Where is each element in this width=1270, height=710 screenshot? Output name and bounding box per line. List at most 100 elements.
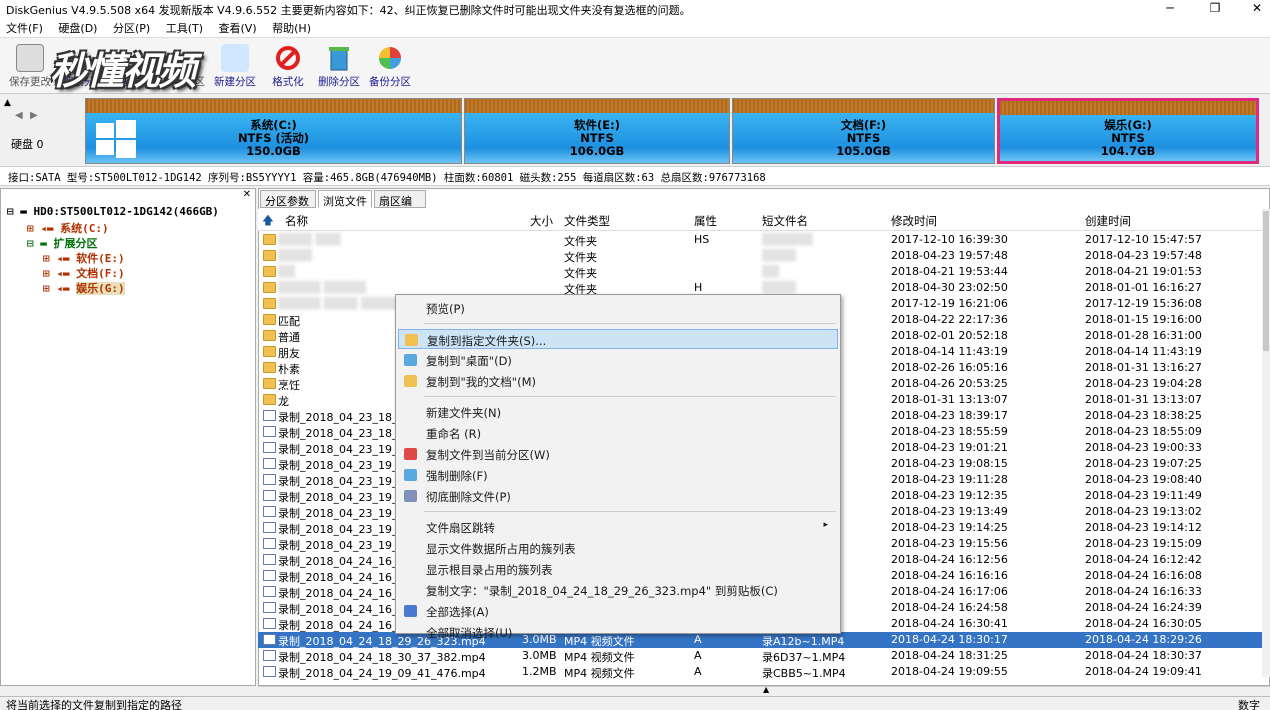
nav-left-icon[interactable]: ◀ bbox=[15, 110, 23, 121]
tree-extended[interactable]: ⊟ ▬ 扩展分区 bbox=[27, 235, 98, 251]
cell-mtime: 2018-04-24 16:30:41 bbox=[891, 617, 1008, 630]
partition-e[interactable]: 软件(E:) NTFS 106.0GB bbox=[464, 98, 730, 164]
cell-ctime: 2018-01-15 19:16:00 bbox=[1085, 313, 1202, 326]
col-created[interactable]: 创建时间 bbox=[1085, 213, 1131, 229]
menu-disk[interactable]: 硬盘(D) bbox=[52, 18, 103, 38]
cell-attr: H bbox=[694, 281, 703, 294]
menu-help[interactable]: 帮助(H) bbox=[266, 18, 317, 38]
submenu-arrow-icon: ▸ bbox=[823, 520, 828, 530]
menu-partition[interactable]: 分区(P) bbox=[107, 18, 156, 38]
col-size[interactable]: 大小 bbox=[530, 213, 553, 229]
horizontal-scrollbar[interactable]: ▲ bbox=[258, 685, 1270, 696]
tab-sector-edit[interactable]: 扇区编辑 bbox=[374, 190, 426, 224]
context-menu-item[interactable]: 复制到"桌面"(D) bbox=[398, 350, 838, 370]
close-button[interactable]: ✕ bbox=[1237, 0, 1270, 18]
cell-ctime: 2018-04-24 18:30:37 bbox=[1085, 649, 1202, 662]
table-row[interactable]: ▒▒▒▒ 文件夹 ▒▒▒▒ 2018-04-23 19:57:48 2018-04-23… bbox=[258, 248, 1262, 264]
tree-panel: ✕ ⊟ ▬ HD0:ST500LT012-1DG142(466GB) ⊞ ◂▬ … bbox=[0, 188, 256, 686]
menu-view[interactable]: 查看(V) bbox=[213, 18, 263, 38]
partition-g[interactable]: 娱乐(G:) NTFS 104.7GB bbox=[997, 98, 1259, 164]
table-row[interactable]: ▒▒ 文件夹 ▒▒ 2018-04-21 19:53:44 2018-04-21 19:… bbox=[258, 264, 1262, 280]
scroll-up-arrow-icon[interactable]: ▲ bbox=[763, 685, 769, 694]
cell-ctime: 2017-12-10 15:47:57 bbox=[1085, 233, 1202, 246]
table-row[interactable]: ▒▒▒▒ ▒▒▒ 文件夹 HS ▒▒▒▒▒▒ 2017-12-10 16:39:30 20… bbox=[258, 232, 1262, 248]
cell-ctime: 2018-04-23 19:13:02 bbox=[1085, 505, 1202, 518]
context-menu-item[interactable]: 显示文件数据所占用的簇列表 bbox=[398, 538, 838, 558]
context-menu-item[interactable]: 强制删除(F) bbox=[398, 465, 838, 485]
context-menu-item[interactable]: 文件扇区跳转 ▸ bbox=[398, 517, 838, 537]
new-partition-button[interactable]: 新建分区 bbox=[207, 42, 263, 92]
menu-file[interactable]: 文件(F) bbox=[0, 18, 49, 38]
table-row[interactable]: 录制_2018_04_24_18_30_37_382.mp4 3.0MB MP4 视… bbox=[258, 648, 1262, 664]
scroll-up-icon[interactable]: ▲ bbox=[4, 98, 11, 108]
cell-attr: A bbox=[694, 665, 702, 678]
file-icon bbox=[263, 426, 276, 437]
cell-mtime: 2017-12-10 16:39:30 bbox=[891, 233, 1008, 246]
partition-f[interactable]: 文档(F:) NTFS 105.0GB bbox=[732, 98, 995, 164]
file-icon bbox=[263, 522, 276, 533]
cell-mtime: 2018-04-23 19:15:56 bbox=[891, 537, 1008, 550]
folder-icon bbox=[263, 330, 276, 341]
tree-partition-c[interactable]: ⊞ ◂▬ 系统(C:) bbox=[27, 220, 109, 236]
minimize-button[interactable]: ─ bbox=[1150, 0, 1190, 18]
cell-mtime: 2018-04-23 18:39:17 bbox=[891, 409, 1008, 422]
file-icon bbox=[263, 618, 276, 629]
close-panel-icon[interactable]: ✕ bbox=[243, 189, 251, 200]
cell-name: 录制_2018_04_23_18_55 bbox=[278, 427, 412, 440]
tree-disk[interactable]: ⊟ ▬ HD0:ST500LT012-1DG142(466GB) bbox=[7, 205, 219, 218]
context-menu-item[interactable]: 全部选择(A) bbox=[398, 601, 838, 621]
tree-partition-f[interactable]: ⊞ ◂▬ 文档(F:) bbox=[43, 265, 125, 281]
col-short-name[interactable]: 短文件名 bbox=[762, 213, 808, 229]
cell-name: 龙 bbox=[278, 395, 289, 408]
watermark-logo: 秒懂视频 bbox=[50, 49, 196, 93]
tree-partition-g[interactable]: ⊞ ◂▬ 娱乐(G:) bbox=[43, 280, 125, 296]
cell-mtime: 2018-04-24 18:30:17 bbox=[891, 633, 1008, 646]
col-attr[interactable]: 属性 bbox=[694, 213, 717, 229]
menu-item-label: 复制到"我的文档"(M) bbox=[426, 375, 536, 389]
maximize-button[interactable]: ❐ bbox=[1195, 0, 1235, 18]
force-delete-icon bbox=[404, 469, 417, 481]
context-menu-item[interactable]: 复制到指定文件夹(S)... bbox=[398, 329, 838, 349]
menu-item-label: 复制到"桌面"(D) bbox=[426, 354, 512, 368]
cell-ctime: 2018-04-24 16:16:08 bbox=[1085, 569, 1202, 582]
copy-partition-icon bbox=[404, 448, 417, 460]
tab-browse-files[interactable]: 浏览文件 bbox=[318, 190, 372, 208]
cell-name: 烹饪 bbox=[278, 379, 300, 392]
up-folder-icon[interactable]: 🡅 bbox=[262, 213, 274, 232]
cell-short: 录CBB5~1.MP4 bbox=[762, 667, 846, 680]
menu-item-label: 全部取消选择(U) bbox=[426, 626, 513, 640]
folder-icon bbox=[263, 314, 276, 325]
vertical-scrollbar[interactable] bbox=[1262, 209, 1270, 677]
menu-item-label: 强制删除(F) bbox=[426, 469, 488, 483]
col-modified[interactable]: 修改时间 bbox=[891, 213, 937, 229]
col-name[interactable]: 名称 bbox=[285, 213, 308, 229]
context-menu-item[interactable]: 复制到"我的文档"(M) bbox=[398, 371, 838, 391]
menu-item-label: 显示文件数据所占用的簇列表 bbox=[426, 542, 576, 556]
context-menu-item[interactable]: 重命名 (R) bbox=[398, 423, 838, 443]
trash-icon bbox=[325, 44, 353, 72]
delete-partition-button[interactable]: 删除分区 bbox=[311, 42, 367, 92]
context-menu-item[interactable]: 全部取消选择(U) bbox=[398, 622, 838, 642]
context-menu-item[interactable]: 新建文件夹(N) bbox=[398, 402, 838, 422]
file-icon bbox=[263, 474, 276, 485]
context-menu-item[interactable]: 显示根目录占用的簇列表 bbox=[398, 559, 838, 579]
context-menu-item[interactable]: 彻底删除文件(P) bbox=[398, 486, 838, 506]
tab-partition-params[interactable]: 分区参数 bbox=[260, 190, 316, 208]
cell-name: ▒▒ bbox=[278, 265, 295, 278]
menu-tools[interactable]: 工具(T) bbox=[160, 18, 209, 38]
cell-name: ▒▒▒▒▒ ▒▒▒▒ ▒▒▒▒▒ bbox=[278, 297, 404, 310]
context-menu-item[interactable]: 复制文字："录制_2018_04_24_18_29_26_323.mp4" 到剪… bbox=[398, 580, 838, 600]
menu-separator bbox=[424, 323, 836, 324]
context-menu-item[interactable]: 预览(P) bbox=[398, 298, 838, 318]
col-type[interactable]: 文件类型 bbox=[564, 213, 610, 229]
partition-c[interactable]: 系统(C:) NTFS (活动) 150.0GB bbox=[85, 98, 462, 164]
context-menu-item[interactable]: 复制文件到当前分区(W) bbox=[398, 444, 838, 464]
backup-partition-button[interactable]: 备份分区 bbox=[362, 42, 418, 92]
format-button[interactable]: 格式化 bbox=[260, 42, 316, 92]
nav-right-icon[interactable]: ▶ bbox=[30, 110, 38, 121]
table-row[interactable]: 录制_2018_04_24_19_09_41_476.mp4 1.2MB MP4 视… bbox=[258, 664, 1262, 680]
format-icon bbox=[274, 44, 302, 72]
disk-info-bar: 接口:SATA 型号:ST500LT012-1DG142 序列号:BS5YYYY… bbox=[0, 166, 1270, 186]
cell-attr: HS bbox=[694, 233, 710, 246]
tree-partition-e[interactable]: ⊞ ◂▬ 软件(E:) bbox=[43, 250, 125, 266]
